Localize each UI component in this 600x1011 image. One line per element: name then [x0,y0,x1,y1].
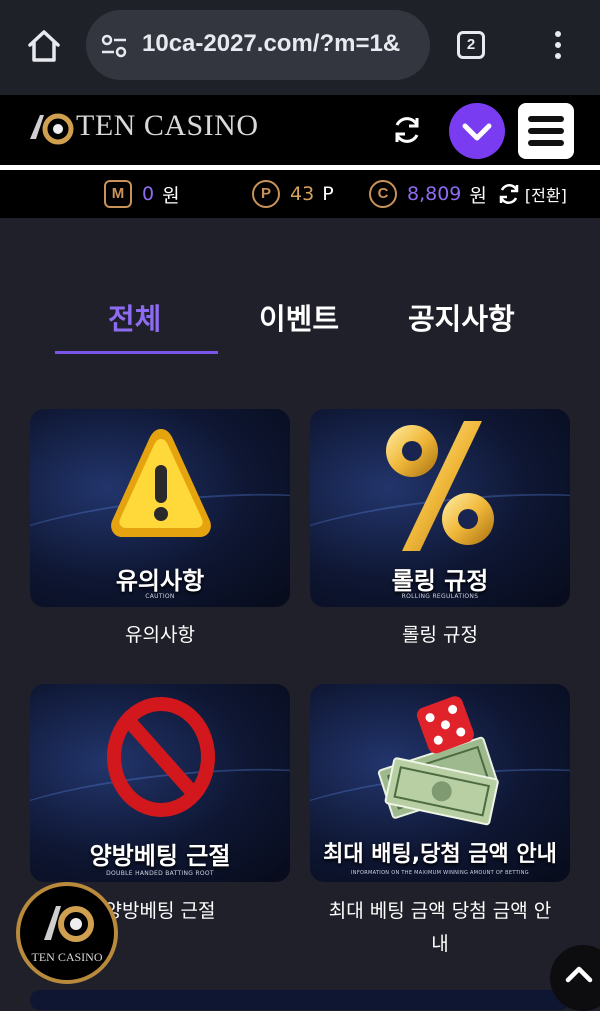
card-title: 양방베팅 근절 [89,842,231,870]
site-header: TEN CASINO [0,95,600,165]
point-value: 43 [290,183,315,205]
card-caption-line-1: 최대 베팅 금액 당첨 금액 안 [328,900,552,922]
tab-switcher-button[interactable]: 2 [457,31,485,59]
prohibited-icon [107,697,215,817]
refresh-icon[interactable] [390,113,424,147]
point-unit: P [322,183,334,205]
active-tab-indicator [55,351,218,354]
user-dropdown-button[interactable] [449,103,505,159]
ten-casino-logo-icon [44,906,94,942]
card-title: 최대 배팅,당첨 금액 안내 [323,842,557,867]
tab-events[interactable]: 이벤트 [259,296,339,338]
card-caption[interactable]: 롤링 규정 [310,620,570,647]
hamburger-menu-button[interactable] [518,103,574,159]
warning-icon [111,429,211,537]
point-balance: P 43 P [252,180,334,208]
coin-value: 8,809 [407,183,462,205]
site-settings-icon[interactable] [100,32,128,60]
card-subtitle: CAUTION [145,593,175,600]
browser-toolbar: 10ca-2027.com/?m=1& 2 [0,0,600,95]
browser-menu-icon[interactable] [548,28,568,64]
card-subtitle: ROLLING REGULATIONS [401,593,479,600]
card-subtitle: DOUBLE HANDED BATTING ROOT [106,870,214,877]
convert-button[interactable]: [전환] [525,182,567,206]
card-subtitle: INFORMATION ON THE MAXIMUM WINNING AMOUN… [351,870,529,876]
tab-notices[interactable]: 공지사항 [408,296,515,338]
home-icon[interactable] [24,26,64,66]
percent-icon [386,421,494,551]
money-value: 0 [142,183,155,205]
floating-logo-button[interactable]: TEN CASINO [16,882,118,984]
coin-balance: C 8,809 원 [전환] [369,180,567,208]
site-logo-text[interactable]: TEN CASINO [76,109,259,143]
card-rolling[interactable]: 롤링 규정 ROLLING REGULATIONS [310,409,570,607]
point-badge: P [252,180,280,208]
money-unit: 원 [162,184,180,207]
coin-unit: 원 [469,184,487,207]
dice-money-icon [377,696,499,826]
tab-all[interactable]: 전체 [108,296,161,338]
card-caption[interactable]: 최대 베팅 금액 당첨 금액 안 내 [310,896,570,956]
coin-badge: C [369,180,397,208]
card-caption-line-2: 내 [431,933,449,955]
money-balance: M 0 원 [104,180,180,208]
card-double-betting[interactable]: 양방베팅 근절 DOUBLE HANDED BATTING ROOT [30,684,290,882]
floating-logo-text: TEN CASINO [31,950,103,964]
card-max-betting[interactable]: 최대 배팅,당첨 금액 안내 INFORMATION ON THE MAXIMU… [310,684,570,882]
convert-refresh-icon[interactable] [497,182,521,206]
money-badge: M [104,180,132,208]
card-title: 유의사항 [115,567,205,595]
ten-casino-logo-icon[interactable] [26,109,74,149]
card-title: 롤링 규정 [391,567,489,595]
card-caption[interactable]: 유의사항 [30,620,290,647]
chevron-down-icon [462,123,492,141]
card-caution[interactable]: 유의사항 CAUTION [30,409,290,607]
balance-bar: M 0 원 P 43 P C 8,809 원 [전환] [0,170,600,218]
chevron-up-icon [565,966,593,983]
address-bar[interactable]: 10ca-2027.com/?m=1& [86,10,430,80]
url-text[interactable]: 10ca-2027.com/?m=1& [142,30,422,58]
next-card[interactable] [30,990,570,1010]
